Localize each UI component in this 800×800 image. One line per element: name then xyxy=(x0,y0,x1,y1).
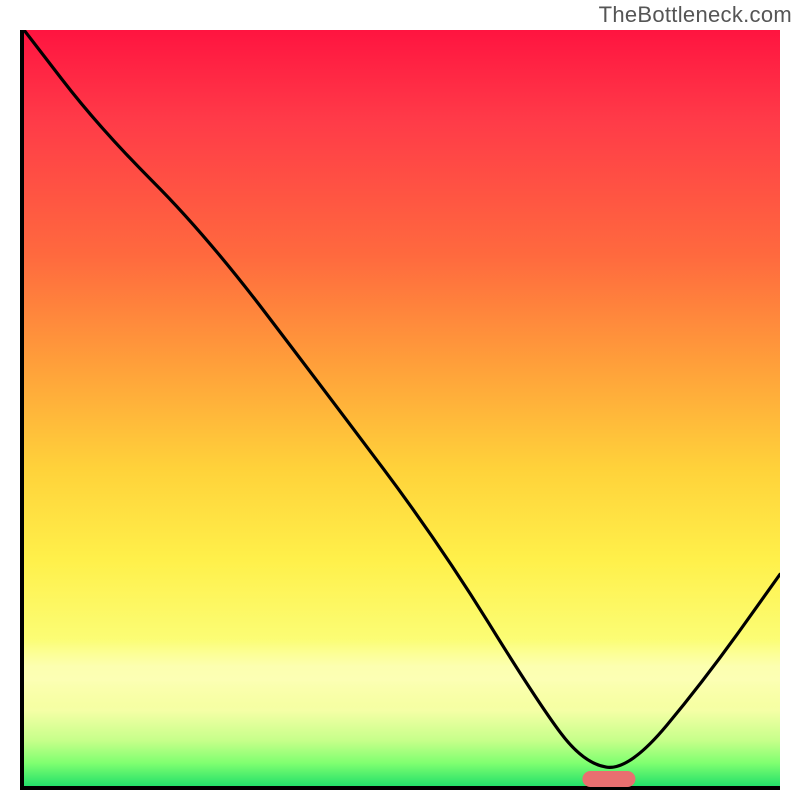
plot-area xyxy=(20,30,780,790)
bottleneck-curve xyxy=(24,30,780,786)
chart-canvas: TheBottleneck.com xyxy=(0,0,800,800)
curve-path xyxy=(24,30,780,767)
watermark-text: TheBottleneck.com xyxy=(599,2,792,28)
optimal-range-marker xyxy=(583,771,636,787)
